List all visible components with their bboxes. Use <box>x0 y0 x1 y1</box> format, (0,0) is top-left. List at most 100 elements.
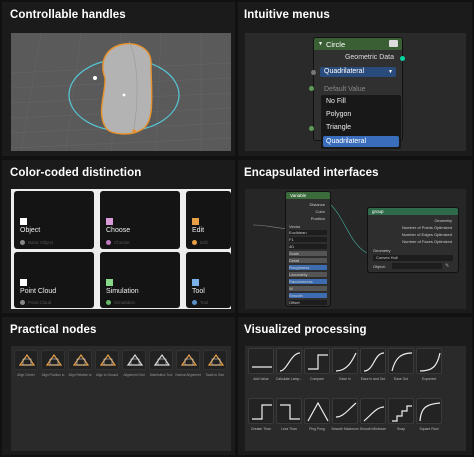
output-row: Distance <box>309 202 325 207</box>
visual-item[interactable] <box>388 398 414 424</box>
quadrilateral-select[interactable]: Quadrilateral ▼ <box>320 67 396 77</box>
object-swatch <box>20 218 27 225</box>
menu-area: ▼ Circle Geometric Data Quadrilateral ▼ … <box>245 33 466 151</box>
visual-item[interactable] <box>304 348 330 374</box>
curve-icon <box>419 402 441 422</box>
practical-node-item[interactable] <box>95 350 119 370</box>
tile-object[interactable]: Object Basic Object <box>14 191 94 249</box>
tile-choose[interactable]: Choose Choose <box>100 191 180 249</box>
tool-swatch <box>192 279 199 286</box>
output-row: Color <box>315 209 325 214</box>
color-tiles-area: Object Basic Object Choose Choose Edit E… <box>11 189 231 309</box>
tile-edit[interactable]: Edit Edit <box>186 191 231 249</box>
practical-node-item[interactable] <box>176 350 200 370</box>
point-cloud-swatch <box>20 279 27 286</box>
tile-simulation[interactable]: Simulation Simulation <box>100 252 180 308</box>
choose-swatch <box>106 218 113 225</box>
visual-item[interactable] <box>276 398 302 424</box>
tile-tool[interactable]: Tool Tool <box>186 252 231 308</box>
category-dot <box>192 300 197 305</box>
tile-label: Point Cloud <box>20 288 57 295</box>
field[interactable]: Scale <box>289 251 327 256</box>
node-variable[interactable]: Variable Distance Color Position Vector … <box>285 191 331 307</box>
visual-item[interactable] <box>248 348 274 374</box>
curve-icon <box>307 401 329 422</box>
curve-icon <box>363 406 385 422</box>
field[interactable]: Detail <box>289 258 327 263</box>
input-socket[interactable] <box>309 86 314 91</box>
practical-node-label: Alignment Grid <box>123 373 145 377</box>
field[interactable]: W <box>289 286 327 291</box>
dropdown-menu: No Fill Polygon Triangle Quadrilateral <box>321 95 401 149</box>
visual-item[interactable] <box>388 348 414 374</box>
curve-icon <box>280 404 300 420</box>
node-icon <box>180 353 198 366</box>
handle-viewport-svg[interactable] <box>11 33 231 151</box>
panel-intuitive-menus: Intuitive menus ▼ Circle Geometric Data … <box>238 2 472 156</box>
practical-node-item[interactable] <box>149 350 173 370</box>
field[interactable]: Lacunarity <box>289 272 327 277</box>
field[interactable]: F1 <box>289 237 327 242</box>
eyedropper-icon[interactable]: ✎ <box>445 263 451 269</box>
category-dot <box>20 240 25 245</box>
input-socket[interactable] <box>311 70 316 75</box>
tile-sub: Choose <box>114 240 130 245</box>
section-title: Practical nodes <box>10 324 97 336</box>
menu-item-no-fill[interactable]: No Fill <box>326 98 346 105</box>
menu-item-polygon[interactable]: Polygon <box>326 111 351 118</box>
visual-item[interactable] <box>276 348 302 374</box>
visual-item[interactable] <box>248 398 274 424</box>
field[interactable]: Offset <box>289 300 327 305</box>
handle-point <box>132 129 136 133</box>
practical-node-item[interactable] <box>122 350 146 370</box>
node-group[interactable]: group Geometry Number of Points Optimize… <box>367 207 459 273</box>
visual-item[interactable] <box>416 348 442 374</box>
practical-node-item[interactable] <box>14 350 38 370</box>
panel-practical-nodes: Practical nodes Align Center Align Positi… <box>2 317 235 455</box>
category-dot <box>106 300 111 305</box>
visual-item[interactable] <box>304 398 330 424</box>
encap-area: Variable Distance Color Position Vector … <box>245 189 466 309</box>
tile-sub: Point Cloud <box>28 300 52 305</box>
panel-color-coded: Color-coded distinction Object Basic Obj… <box>2 160 235 313</box>
visual-item[interactable] <box>332 348 358 374</box>
practical-node-item[interactable] <box>203 350 227 370</box>
convex-hull-select[interactable]: Convex Hull <box>373 255 453 261</box>
tile-point-cloud[interactable]: Point Cloud Point Cloud <box>14 252 94 308</box>
practical-node-item[interactable] <box>41 350 65 370</box>
node-icon <box>99 353 117 366</box>
practical-node-label: Align Position to <box>41 373 65 377</box>
tile-label: Object <box>20 227 41 234</box>
field[interactable]: Roughness <box>289 265 327 270</box>
visual-item-label: Exponent <box>421 377 437 381</box>
curve-icon <box>419 352 441 372</box>
object-field[interactable] <box>392 263 442 269</box>
input-socket[interactable] <box>309 126 314 131</box>
visual-item[interactable] <box>360 398 386 424</box>
tile-sub: Simulation <box>114 300 136 305</box>
viewport-3d[interactable] <box>11 33 231 151</box>
menu-item-quadrilateral[interactable]: Quadrilateral <box>323 136 399 147</box>
field[interactable]: Randomness <box>289 279 327 284</box>
tile-sub: Tool <box>200 300 209 305</box>
practical-area: Align Center Align Position to Align Relat… <box>11 346 231 451</box>
visualized-area: Add Value Calculate Lamp... Compare Ease In… <box>245 346 466 451</box>
practical-node-item[interactable] <box>68 350 92 370</box>
node-options-icon[interactable] <box>389 40 398 47</box>
header-label: Geometry <box>434 218 452 223</box>
panel-controllable-handles: Controllable handles <box>2 2 235 156</box>
visual-item[interactable] <box>360 348 386 374</box>
section-title: Controllable handles <box>10 9 126 21</box>
field[interactable]: 4D <box>289 244 327 249</box>
visual-item[interactable] <box>416 398 442 424</box>
menu-item-triangle[interactable]: Triangle <box>326 124 351 131</box>
chevron-down-icon[interactable]: ▼ <box>318 41 323 47</box>
tile-sub: Edit <box>200 240 208 245</box>
output-row: Number of Faces Optimized <box>402 239 452 244</box>
field[interactable]: Smooth <box>289 293 327 298</box>
curve-icon <box>335 352 357 372</box>
field[interactable]: Euclidean <box>289 230 327 235</box>
output-socket[interactable] <box>400 56 405 61</box>
visual-item[interactable] <box>332 398 358 424</box>
node-icon <box>207 353 225 366</box>
